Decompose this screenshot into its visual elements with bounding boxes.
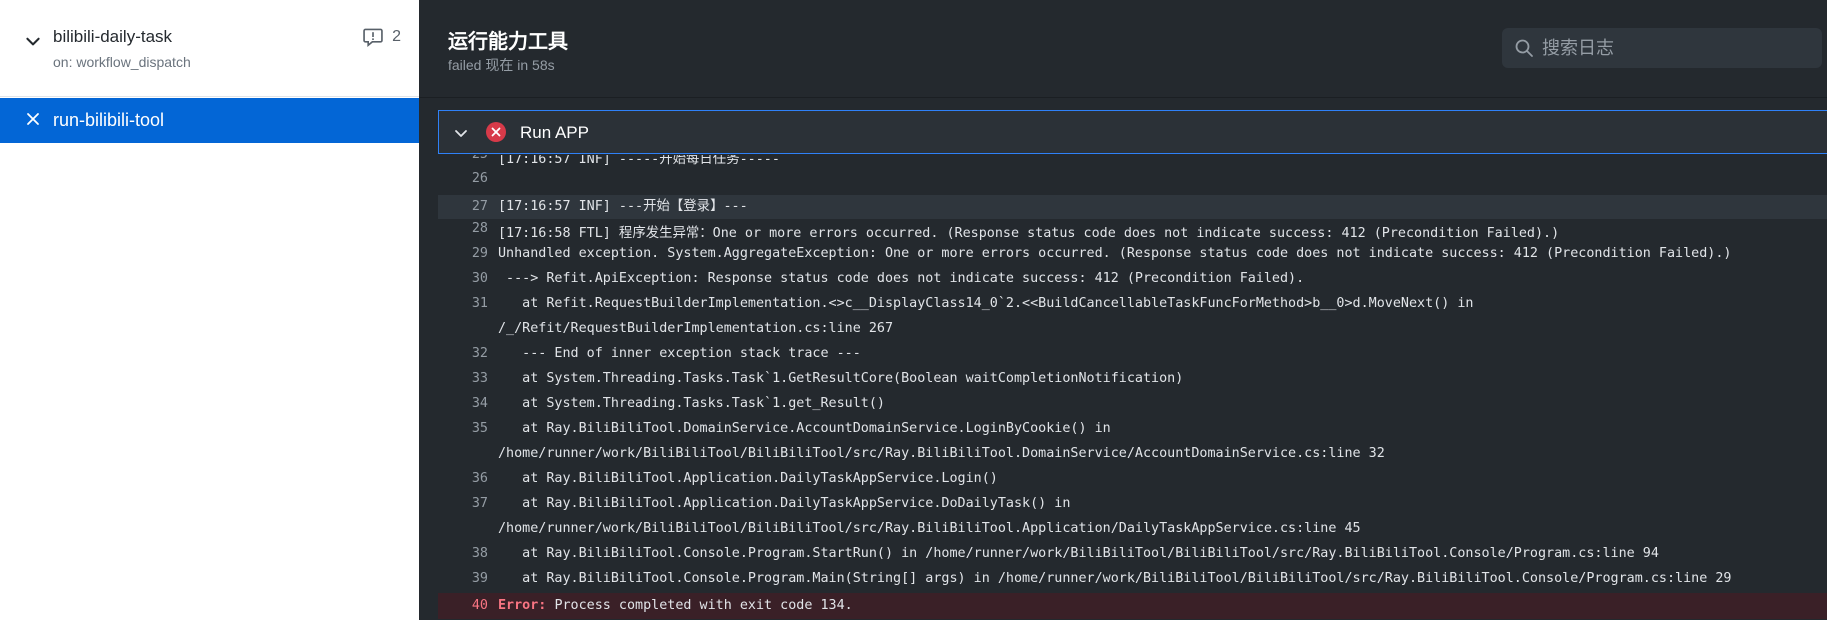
line-text: /home/runner/work/BiliBiliTool/BiliBiliT…	[498, 521, 1361, 536]
log-line: 26	[438, 171, 1827, 186]
line-number: 35	[471, 421, 488, 436]
line-text: Unhandled exception. System.AggregateExc…	[498, 246, 1732, 261]
close-icon	[27, 113, 39, 125]
line-number: 30	[471, 271, 488, 286]
chevron-down-icon	[455, 130, 467, 137]
search-icon	[1515, 39, 1533, 57]
line-text: Error: Process completed with exit code …	[498, 593, 853, 619]
log-line: 33 at System.Threading.Tasks.Task`1.GetR…	[438, 371, 1827, 386]
log-line: 32 --- End of inner exception stack trac…	[438, 346, 1827, 361]
line-text: at Ray.BiliBiliTool.Application.DailyTas…	[498, 496, 1071, 511]
line-text: at Ray.BiliBiliTool.Console.Program.Star…	[498, 546, 1659, 561]
line-text: at System.Threading.Tasks.Task`1.GetResu…	[498, 371, 1184, 386]
job-item-run-bilibili-tool[interactable]: run-bilibili-tool	[0, 98, 419, 143]
line-number: 29	[471, 246, 488, 261]
job-name: run-bilibili-tool	[53, 110, 165, 130]
log-line: 27 [17:16:57 INF] ---开始【登录】---	[438, 195, 1827, 219]
log-header: 运行能力工具 failed 现在 in 58s	[419, 0, 1827, 98]
line-text: [17:16:57 INF] -----开始每日任务-----	[498, 155, 780, 167]
line-number: 27	[471, 199, 488, 214]
line-number: 33	[471, 371, 488, 386]
page-title: 运行能力工具	[448, 31, 568, 53]
search-input[interactable]	[1542, 28, 1812, 68]
line-text: /home/runner/work/BiliBiliTool/BiliBiliT…	[498, 446, 1385, 461]
workflow-trigger: on: workflow_dispatch	[53, 54, 191, 70]
line-number: 26	[471, 171, 488, 186]
line-number: 36	[471, 471, 488, 486]
log-line: 29 Unhandled exception. System.AggregateE…	[438, 246, 1827, 261]
line-number: 37	[471, 496, 488, 511]
log-line: /_/Refit/RequestBuilderImplementation.cs…	[438, 321, 1827, 336]
line-text: at Ray.BiliBiliTool.DomainService.Accoun…	[498, 421, 1111, 436]
line-text: at Ray.BiliBiliTool.Application.DailyTas…	[498, 471, 998, 486]
log-line: 36 at Ray.BiliBiliTool.Application.Daily…	[438, 471, 1827, 486]
line-text: [17:16:57 INF] ---开始【登录】---	[498, 199, 748, 214]
log-line: 28 [17:16:58 FTL] 程序发生异常：One or more erro…	[438, 221, 1827, 241]
line-number: 38	[471, 546, 488, 561]
error-message: Process completed with exit code 134.	[554, 598, 853, 613]
line-number: 34	[471, 396, 488, 411]
line-text: --- End of inner exception stack trace -…	[498, 346, 861, 361]
log-line: /home/runner/work/BiliBiliTool/BiliBiliT…	[438, 446, 1827, 461]
step-header[interactable]: Run APP	[438, 110, 1827, 154]
failure-icon	[486, 122, 506, 142]
log-line: 30 ---> Refit.ApiException: Response sta…	[438, 271, 1827, 286]
log-line: /home/runner/work/BiliBiliTool/BiliBiliT…	[438, 521, 1827, 536]
log-line: 38 at Ray.BiliBiliTool.Console.Program.S…	[438, 546, 1827, 561]
line-text: ---> Refit.ApiException: Response status…	[498, 271, 1305, 286]
run-status: failed 现在 in 58s	[448, 57, 555, 73]
line-number	[438, 321, 498, 336]
annotations-count: 2	[392, 28, 401, 45]
log-line: 39 at Ray.BiliBiliTool.Console.Program.M…	[438, 571, 1827, 586]
line-number: 40	[471, 598, 488, 613]
line-text: at System.Threading.Tasks.Task`1.get_Res…	[498, 396, 885, 411]
workflow-header: bilibili-daily-task on: workflow_dispatc…	[0, 0, 419, 97]
comment-icon	[363, 28, 383, 48]
line-number: 32	[471, 346, 488, 361]
line-text: [17:16:58 FTL] 程序发生异常：One or more errors…	[498, 226, 1560, 241]
chevron-down-icon[interactable]	[24, 32, 42, 50]
line-number: 28	[471, 221, 488, 236]
line-number	[438, 446, 498, 461]
log-line: 25[17:16:57 INF] -----开始每日任务-----	[438, 155, 1827, 167]
line-number	[438, 521, 498, 536]
line-number: 31	[471, 296, 488, 311]
line-text: at Ray.BiliBiliTool.Console.Program.Main…	[498, 571, 1732, 586]
step-title: Run APP	[520, 123, 589, 142]
annotations-button[interactable]: 2	[362, 26, 401, 48]
log-panel: 运行能力工具 failed 现在 in 58s Run APP 25[17:16…	[419, 0, 1827, 620]
error-label: Error:	[498, 598, 547, 613]
log-line: 35 at Ray.BiliBiliTool.DomainService.Acc…	[438, 421, 1827, 436]
line-text: at Refit.RequestBuilderImplementation.<>…	[498, 296, 1474, 311]
log-line: 37 at Ray.BiliBiliTool.Application.Daily…	[438, 496, 1827, 511]
log-line-error: 40 Error: Process completed with exit cod…	[438, 593, 1827, 619]
log-line: 34 at System.Threading.Tasks.Task`1.get_…	[438, 396, 1827, 411]
log-line: 31 at Refit.RequestBuilderImplementation…	[438, 296, 1827, 311]
workflow-name[interactable]: bilibili-daily-task	[53, 27, 172, 47]
line-text: /_/Refit/RequestBuilderImplementation.cs…	[498, 321, 894, 336]
log-output: 25[17:16:57 INF] -----开始每日任务----- 26 27 […	[438, 155, 1827, 620]
line-number: 25	[438, 155, 498, 167]
search-box	[1502, 28, 1822, 68]
job-sidebar: bilibili-daily-task on: workflow_dispatc…	[0, 0, 419, 620]
line-number: 39	[471, 571, 488, 586]
